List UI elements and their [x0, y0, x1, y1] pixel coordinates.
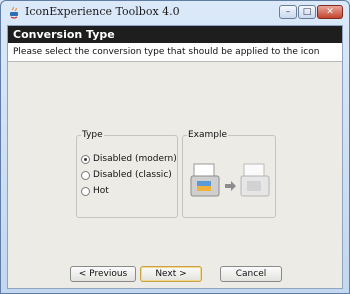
option-disabled-modern[interactable]: Disabled (modern) — [81, 154, 177, 164]
conversion-example-image — [190, 163, 270, 197]
radio-disabled-classic[interactable] — [81, 170, 90, 180]
option-label: Hot — [93, 186, 109, 196]
minimize-button[interactable]: – — [279, 5, 297, 19]
radio-disabled-modern[interactable] — [81, 154, 90, 164]
example-group-label: Example — [188, 130, 228, 140]
radio-hot[interactable] — [81, 186, 90, 196]
maximize-button[interactable]: □ — [298, 5, 316, 19]
type-group: Type Disabled (modern) Disabled (classic… — [76, 130, 178, 218]
page-title: Conversion Type — [8, 26, 342, 43]
type-group-label: Type — [82, 130, 103, 140]
java-app-icon — [10, 6, 18, 19]
application-window: IconExperience Toolbox 4.0 – □ ✕ Convers… — [0, 0, 350, 294]
example-group: Example — [182, 130, 276, 218]
printer-disabled-icon — [240, 163, 270, 197]
title-bar[interactable]: IconExperience Toolbox 4.0 – □ ✕ — [1, 1, 349, 25]
cancel-button[interactable]: Cancel — [220, 266, 282, 282]
arrow-right-icon — [225, 181, 236, 191]
previous-button[interactable]: < Previous — [70, 266, 136, 282]
option-hot[interactable]: Hot — [81, 186, 109, 196]
window-title: IconExperience Toolbox 4.0 — [25, 5, 180, 18]
close-button[interactable]: ✕ — [317, 5, 343, 19]
next-button[interactable]: Next > — [140, 266, 202, 282]
window-controls: – □ ✕ — [278, 5, 343, 19]
wizard-panel: Conversion Type Please select the conver… — [7, 25, 343, 289]
option-label: Disabled (classic) — [93, 170, 172, 180]
option-disabled-classic[interactable]: Disabled (classic) — [81, 170, 172, 180]
printer-color-icon — [190, 163, 220, 197]
page-description: Please select the conversion type that s… — [8, 43, 342, 62]
option-label: Disabled (modern) — [93, 154, 177, 164]
